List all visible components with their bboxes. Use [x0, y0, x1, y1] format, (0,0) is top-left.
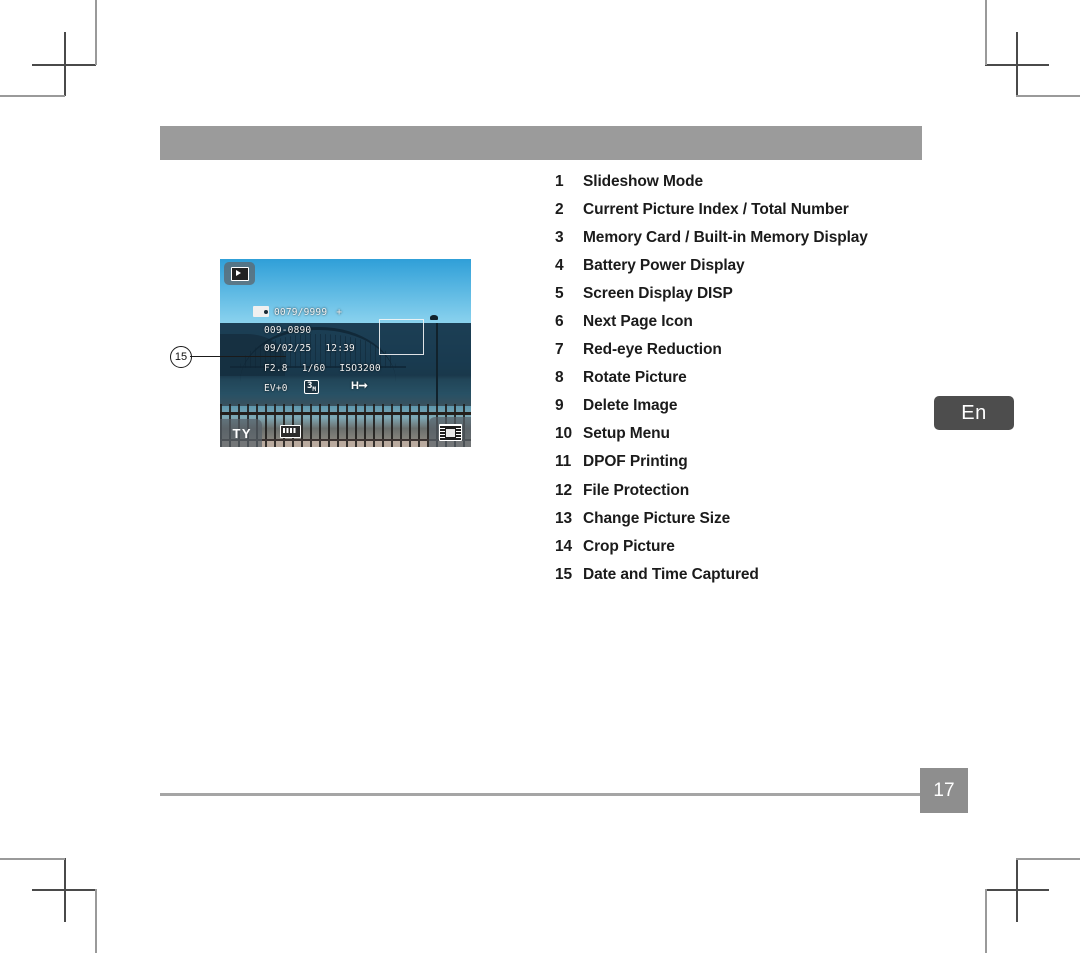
iso-value: ISO3200	[339, 363, 381, 374]
legend-number: 4	[555, 257, 564, 275]
lcd-osd-exposure-row: F2.8 1/60 ISO3200	[264, 363, 381, 374]
legend-label: DPOF Printing	[583, 453, 688, 471]
crop-mark-tr-horizontal	[985, 64, 1049, 66]
crop-mark-bl-bleed-h	[0, 858, 65, 860]
memory-card-icon	[253, 306, 269, 317]
play-triangle-icon	[230, 266, 249, 281]
crop-mark-tl-bleed-h	[0, 95, 65, 97]
list-item: 11 DPOF Printing	[555, 453, 935, 481]
legend-label: Red-eye Reduction	[583, 341, 722, 359]
list-item: 15 Date and Time Captured	[555, 566, 935, 594]
list-item: 7 Red-eye Reduction	[555, 341, 935, 369]
list-item: 1 Slideshow Mode	[555, 173, 935, 201]
list-item: 12 File Protection	[555, 482, 935, 510]
legend-label: Crop Picture	[583, 537, 675, 555]
callout-marker-15: 15	[170, 346, 286, 368]
setup-menu-icon: T Y	[220, 419, 262, 447]
list-item: 9 Delete Image	[555, 397, 935, 425]
red-eye-reduction-icon: H➞	[351, 380, 368, 392]
list-item: 4 Battery Power Display	[555, 257, 935, 285]
crop-frame-icon	[379, 319, 424, 355]
setup-menu-glyph: T Y	[232, 425, 251, 441]
capture-date: 09/02/25	[264, 343, 312, 354]
crop-mark-tl-bleed-v	[95, 0, 97, 65]
screen-display-disp-icon	[429, 417, 471, 447]
legend-number: 3	[555, 229, 564, 247]
legend-number: 7	[555, 341, 564, 359]
battery-power-icon	[280, 425, 301, 438]
crop-mark-bl-bleed-v	[95, 889, 97, 953]
legend-label: Rotate Picture	[583, 369, 687, 387]
lcd-osd-folder-row: 009-0890	[264, 325, 311, 336]
picture-size-icon: 3M	[304, 380, 320, 394]
footer-rule	[160, 793, 922, 796]
shutter-speed: 1/60	[301, 363, 326, 374]
legend-label: Slideshow Mode	[583, 173, 704, 190]
language-tab-en: En	[934, 396, 1014, 430]
header-band	[160, 126, 922, 160]
picture-size-unit: M	[312, 385, 317, 393]
legend-number: 15	[555, 565, 573, 583]
ev-compensation: EV+0	[264, 383, 288, 394]
crop-mark-br-horizontal	[985, 889, 1049, 891]
aperture-value: F2.8	[264, 363, 288, 374]
legend-number: 5	[555, 285, 564, 303]
lcd-osd-ev-row: EV+0	[264, 383, 288, 394]
legend-label: Memory Card / Built-in Memory Display	[583, 229, 868, 247]
picture-index-total: 0079/9999	[274, 307, 328, 318]
list-item: 2 Current Picture Index / Total Number	[555, 201, 935, 229]
legend-label: Next Page Icon	[583, 313, 693, 331]
lcd-osd-index-row: 0079/9999 +	[274, 307, 342, 318]
lcd-railing-top-rail	[220, 412, 471, 416]
folder-file-number: 009-0890	[264, 325, 312, 336]
list-item: 13 Change Picture Size	[555, 510, 935, 538]
list-item: 6 Next Page Icon	[555, 313, 935, 341]
crop-mark-tl-horizontal	[32, 64, 96, 66]
disp-glyph	[438, 423, 462, 441]
callout-leader-line	[190, 355, 286, 357]
legend-label: Battery Power Display	[583, 257, 745, 275]
camera-lcd-illustration: 0079/9999 + 009-0890 09/02/25 12:39 F2.8 1/…	[220, 259, 471, 447]
lcd-lamp-pole	[435, 322, 438, 410]
crop-mark-br-bleed-h	[1016, 858, 1080, 860]
legend-number: 11	[555, 453, 572, 471]
list-item: 10 Setup Menu	[555, 425, 935, 453]
legend-label: Screen Display DISP	[583, 285, 733, 303]
list-item: 8 Rotate Picture	[555, 369, 935, 397]
legend-label: File Protection	[583, 481, 690, 499]
legend-number: 10	[555, 425, 573, 443]
crop-mark-br-bleed-v	[985, 889, 987, 953]
legend-number: 9	[555, 397, 564, 415]
capture-time: 12:39	[325, 343, 355, 354]
crop-mark-tr-bleed-v	[985, 0, 987, 65]
legend-label: Delete Image	[583, 397, 678, 415]
legend-number: 6	[555, 313, 564, 331]
lcd-osd-datetime-row: 09/02/25 12:39	[264, 343, 355, 354]
legend-number: 1	[555, 173, 564, 190]
red-eye-reduction-glyph: H	[351, 380, 359, 392]
list-item: 5 Screen Display DISP	[555, 285, 935, 313]
list-item: 3 Memory Card / Built-in Memory Display	[555, 229, 935, 257]
legend-number: 14	[555, 537, 573, 555]
callout-bubble: 15	[170, 346, 192, 368]
playback-mode-icon	[224, 262, 255, 285]
legend-number: 13	[555, 509, 573, 527]
list-item: 14 Crop Picture	[555, 538, 935, 566]
legend-number: 8	[555, 369, 564, 387]
legend-label: Change Picture Size	[583, 509, 731, 527]
crop-mark-tr-bleed-h	[1016, 95, 1080, 97]
legend-label: Date and Time Captured	[583, 565, 759, 583]
next-page-icon: +	[336, 307, 343, 318]
legend-list: 1 Slideshow Mode 2 Current Picture Index /…	[555, 173, 935, 594]
crop-mark-bl-horizontal	[32, 889, 96, 891]
lcd-lamp-head	[429, 315, 438, 321]
legend-label: Setup Menu	[583, 425, 670, 443]
legend-number: 12	[555, 481, 573, 499]
legend-label: Current Picture Index / Total Number	[583, 201, 849, 219]
legend-number: 2	[555, 201, 564, 219]
page-number-badge: 17	[920, 768, 968, 813]
